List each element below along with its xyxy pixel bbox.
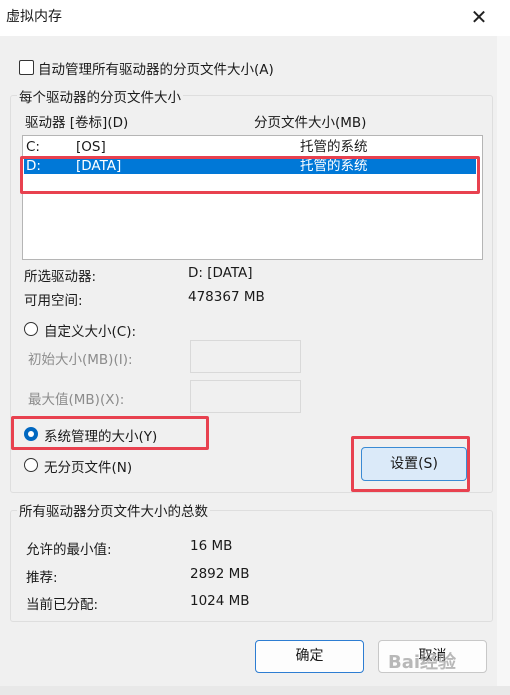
max-size-label: 最大值(MB)(X): (28, 392, 125, 408)
title-bar: 虚拟内存 ✕ (0, 0, 510, 36)
drive-list[interactable]: C: [OS] 托管的系统 D: [DATA] 托管的系统 (22, 135, 483, 260)
custom-size-radio[interactable] (24, 322, 38, 336)
min-allowed-value: 16 MB (190, 538, 233, 554)
close-icon[interactable]: ✕ (466, 4, 492, 30)
system-managed-radio[interactable] (24, 427, 38, 441)
drive-letter: C: (26, 139, 40, 155)
no-paging-radio[interactable] (24, 458, 38, 472)
window-title: 虚拟内存 (6, 9, 62, 25)
selected-drive-value: D: [DATA] (188, 265, 253, 281)
initial-size-field[interactable] (190, 340, 301, 373)
drive-label: [OS] (76, 139, 106, 155)
bottom-edge (0, 686, 510, 695)
auto-manage-checkbox[interactable] (19, 60, 34, 75)
recommended-value: 2892 MB (190, 566, 250, 582)
initial-size-label: 初始大小(MB)(I): (28, 352, 133, 368)
recommended-label: 推荐: (26, 570, 58, 586)
auto-manage-label[interactable]: 自动管理所有驱动器的分页文件大小(A) (38, 58, 274, 78)
column-header-size: 分页文件大小(MB) (254, 115, 367, 131)
selected-drive-label: 所选驱动器: (24, 269, 97, 285)
current-allocated-label: 当前已分配: (26, 597, 99, 613)
column-header-drive: 驱动器 [卷标](D) (25, 115, 129, 131)
free-space-value: 478367 MB (188, 289, 265, 305)
drive-paging-size: 托管的系统 (300, 139, 368, 155)
drive-letter: D: (26, 158, 41, 174)
custom-size-label[interactable]: 自定义大小(C): (44, 320, 136, 340)
max-size-field[interactable] (190, 380, 301, 413)
watermark-logo: Bai经验 (388, 652, 457, 673)
no-paging-label[interactable]: 无分页文件(N) (44, 456, 132, 476)
min-allowed-label: 允许的最小值: (26, 542, 112, 558)
per-drive-group-title: 每个驱动器的分页文件大小 (17, 86, 183, 106)
system-managed-label[interactable]: 系统管理的大小(Y) (44, 425, 157, 445)
drive-label: [DATA] (76, 158, 122, 174)
ok-button[interactable]: 确定 (255, 640, 364, 673)
totals-group-title: 所有驱动器分页文件大小的总数 (17, 500, 210, 520)
free-space-label: 可用空间: (24, 293, 83, 309)
drive-paging-size: 托管的系统 (300, 158, 368, 174)
drive-row-d[interactable]: D: [DATA] 托管的系统 (24, 158, 476, 174)
window-edge (497, 36, 510, 695)
current-allocated-value: 1024 MB (190, 593, 250, 609)
set-button[interactable]: 设置(S) (361, 447, 467, 481)
drive-row-c[interactable]: C: [OS] 托管的系统 (24, 139, 476, 155)
